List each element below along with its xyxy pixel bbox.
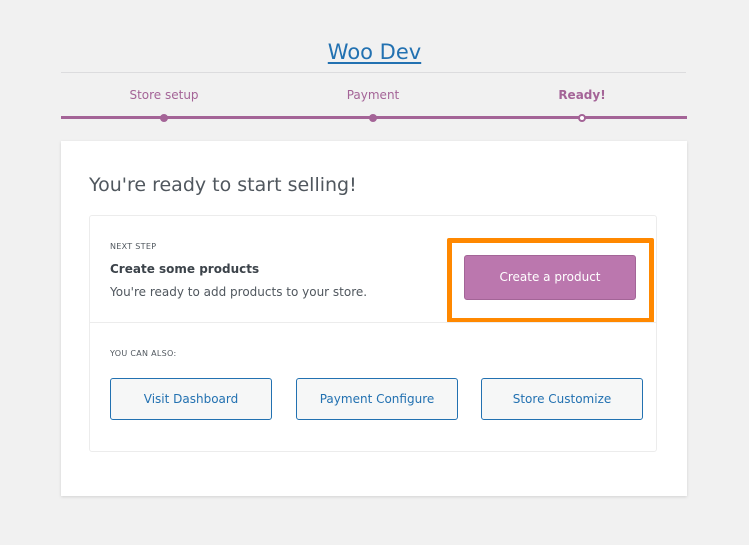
payment-configure-button[interactable]: Payment Configure (296, 378, 458, 420)
setup-steps: Store setup Payment Ready! (61, 88, 687, 122)
visit-dashboard-button[interactable]: Visit Dashboard (110, 378, 272, 420)
next-steps-box: NEXT STEP Create some products You're re… (89, 215, 657, 452)
section-divider (90, 322, 656, 323)
step-dot-icon (578, 114, 586, 122)
create-product-button[interactable]: Create a product (464, 255, 636, 300)
step-ready: Ready! (482, 88, 682, 122)
step-payment: Payment (273, 88, 473, 122)
step-label: Ready! (558, 88, 606, 102)
ready-card: You're ready to start selling! NEXT STEP… (61, 141, 687, 496)
next-step-label: NEXT STEP (110, 242, 157, 251)
setup-wizard-page: Woo Dev Store setup Payment Ready! You'r… (0, 0, 749, 545)
step-store-setup: Store setup (64, 88, 264, 122)
step-label: Store setup (129, 88, 199, 102)
step-dot-icon (369, 114, 377, 122)
store-customize-button[interactable]: Store Customize (481, 378, 643, 420)
next-step-title: Create some products (110, 262, 260, 276)
step-label: Payment (346, 88, 400, 102)
step-dot-icon (160, 114, 168, 122)
next-step-description: You're ready to add products to your sto… (110, 285, 368, 299)
card-heading: You're ready to start selling! (89, 174, 357, 196)
you-can-also-label: YOU CAN ALSO: (110, 349, 177, 358)
title-divider (61, 72, 686, 73)
site-title-link[interactable]: Woo Dev (0, 40, 749, 64)
